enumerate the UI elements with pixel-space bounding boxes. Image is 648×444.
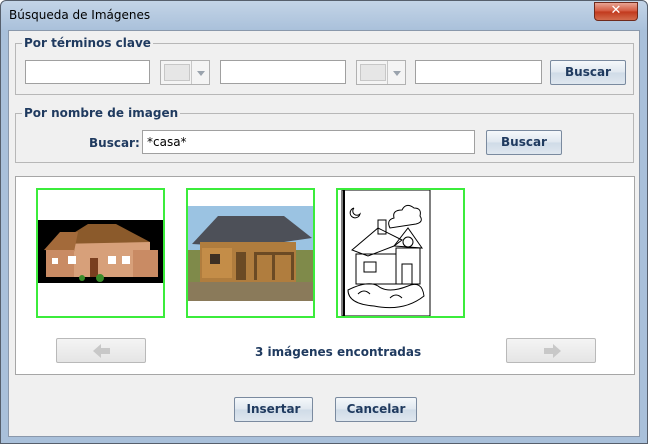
name-group-title: Por nombre de imagen (22, 106, 181, 120)
search-prompt-label: Buscar: (89, 136, 140, 150)
results-count-label: 3 imágenes encontradas (255, 345, 422, 359)
chevron-down-icon (191, 61, 209, 84)
window-title: Búsqueda de Imágenes (9, 8, 151, 22)
operator-combo-2[interactable] (356, 60, 406, 85)
dialog-window: Búsqueda de Imágenes ✕ Por términos clav… (0, 0, 648, 444)
house-drawing-image (341, 190, 431, 316)
operator-combo-1[interactable] (160, 60, 210, 85)
keywords-group: Por términos clave Buscar (15, 36, 634, 95)
previous-page-button[interactable] (56, 338, 146, 363)
chevron-down-icon (387, 61, 405, 84)
thumbnail-log-cabin[interactable] (186, 188, 315, 318)
results-panel: 3 imágenes encontradas (15, 176, 635, 375)
image-name-search-input[interactable] (142, 130, 475, 154)
keyword-field-2[interactable] (220, 60, 346, 84)
thumbnail-house-drawing[interactable] (336, 188, 465, 318)
arrow-left-icon (93, 344, 110, 358)
title-bar[interactable]: Búsqueda de Imágenes ✕ (1, 1, 647, 31)
keywords-search-button[interactable]: Buscar (550, 60, 626, 85)
log-cabin-image (188, 206, 313, 301)
name-search-button[interactable]: Buscar (486, 130, 562, 155)
name-group: Por nombre de imagen Buscar: Buscar (15, 106, 634, 163)
keyword-field-3[interactable] (415, 60, 542, 84)
dialog-body: Por términos clave Buscar Por nombre de … (8, 30, 640, 437)
arrow-right-icon (544, 344, 561, 358)
cancel-button[interactable]: Cancelar (335, 397, 417, 422)
close-button[interactable]: ✕ (594, 2, 638, 21)
keywords-group-title: Por términos clave (22, 36, 153, 50)
combo-value-box (360, 64, 386, 81)
insert-button[interactable]: Insertar (234, 397, 313, 422)
thumbnail-house-cartoon[interactable] (36, 188, 165, 318)
combo-value-box (164, 64, 190, 81)
keyword-field-1[interactable] (25, 60, 150, 84)
house-cartoon-image (38, 220, 163, 283)
next-page-button[interactable] (506, 338, 596, 363)
